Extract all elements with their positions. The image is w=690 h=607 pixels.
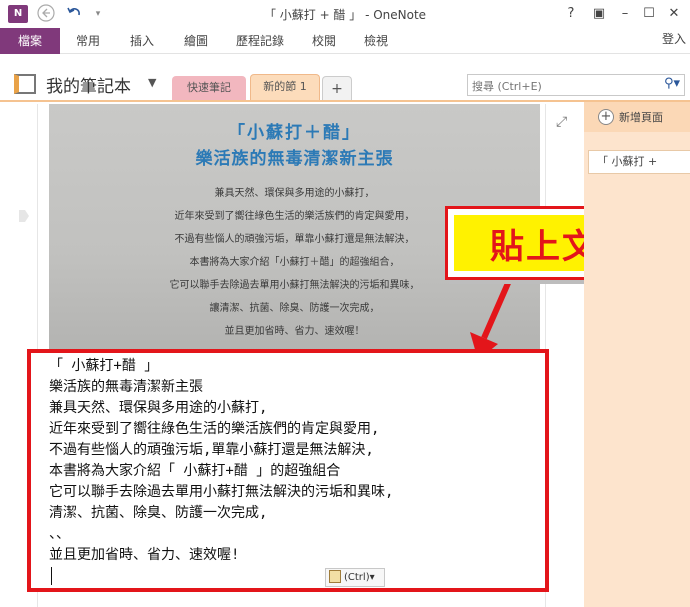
maximize-button[interactable]: ☐ — [638, 4, 660, 24]
ribbon-display-options-button[interactable]: ▣ — [588, 4, 610, 24]
help-button[interactable]: ? — [560, 4, 582, 24]
page-list-item[interactable]: 「 小蘇打 + — [588, 150, 690, 174]
paste-option-label: (Ctrl) — [344, 572, 370, 583]
text-line[interactable]: 「 小蘇打+醋 」 — [49, 355, 158, 375]
text-line[interactable]: 樂活族的無毒清潔新主張 — [49, 376, 203, 396]
tab-home[interactable]: 常用 — [68, 28, 108, 54]
text-line[interactable]: 兼具天然、環保與多用途的小蘇打, — [49, 397, 267, 417]
add-page-label: 新增頁面 — [619, 111, 663, 124]
paste-options-button[interactable]: (Ctrl)▾ — [325, 568, 385, 587]
plus-circle-icon: + — [598, 109, 614, 125]
section-tab-new-section[interactable]: 新的節 1 — [250, 74, 320, 100]
clipboard-icon — [329, 570, 341, 583]
text-line[interactable]: 並且更加省時、省力、速效喔! — [49, 544, 239, 564]
title-bar: N ▾ 「 小蘇打 + 醋 」 - OneNote ? ▣ – ☐ ✕ — [0, 0, 690, 28]
tab-history[interactable]: 歷程記錄 — [228, 28, 292, 54]
minimize-button[interactable]: – — [614, 4, 636, 24]
text-cursor — [51, 567, 52, 585]
chevron-down-icon: ▾ — [369, 572, 375, 583]
photo-title-line1: 「小蘇打＋醋」 — [228, 123, 361, 143]
login-link[interactable]: 登入 — [662, 30, 686, 47]
search-icon[interactable]: ⚲▾ — [664, 76, 680, 91]
callout-arrow-icon — [470, 272, 515, 360]
chevron-down-icon[interactable]: ▼ — [148, 76, 156, 89]
expand-page-icon[interactable]: ⤢ — [556, 114, 567, 130]
photo-line: 兼具天然、環保與多用途的小蘇打， — [214, 188, 375, 199]
text-line[interactable]: 不過有些惱人的頑強污垢,單靠小蘇打還是無法解決, — [49, 439, 374, 459]
search-box[interactable]: ⚲▾ — [467, 74, 685, 97]
close-button[interactable]: ✕ — [663, 4, 685, 24]
tab-draw[interactable]: 繪圖 — [176, 28, 216, 54]
add-section-button[interactable]: + — [322, 76, 352, 100]
pasted-text-container[interactable]: 「 小蘇打+醋 」 樂活族的無毒清潔新主張 兼具天然、環保與多用途的小蘇打, 近… — [27, 349, 549, 592]
notebook-bar: 我的筆記本 ▼ 快速筆記 新的節 1 + ⚲▾ — [0, 54, 690, 102]
tab-file[interactable]: 檔案 — [0, 28, 60, 54]
search-input[interactable] — [472, 76, 642, 97]
text-line[interactable]: 、、 — [49, 523, 70, 543]
text-line[interactable]: 本書將為大家介紹「 小蘇打+醋 」的超強組合 — [49, 460, 340, 480]
tab-view[interactable]: 檢視 — [356, 28, 396, 54]
notebook-name[interactable]: 我的筆記本 — [46, 72, 131, 97]
add-page-button[interactable]: + 新增頁面 — [584, 102, 690, 132]
notebook-icon[interactable] — [14, 74, 36, 94]
ribbon-tab-bar: 檔案 常用 插入 繪圖 歷程記錄 校閱 檢視 登入 — [0, 28, 690, 54]
photo-title-line2: 樂活族的無毒清潔新主張 — [195, 149, 394, 169]
section-tab-quick-notes[interactable]: 快速筆記 — [172, 76, 246, 100]
text-line[interactable]: 它可以聯手去除過去單用小蘇打無法解決的污垢和異味, — [49, 481, 393, 501]
text-line[interactable]: 近年來受到了嚮往綠色生活的樂活族們的肯定與愛用, — [49, 418, 379, 438]
tab-insert[interactable]: 插入 — [122, 28, 162, 54]
page-list-panel: + 新增頁面 「 小蘇打 + — [584, 102, 690, 607]
window-title: 「 小蘇打 + 醋 」 - OneNote — [263, 8, 427, 22]
text-line[interactable]: 清潔、抗菌、除臭、防護一次完成, — [49, 502, 267, 522]
tab-review[interactable]: 校閱 — [304, 28, 344, 54]
